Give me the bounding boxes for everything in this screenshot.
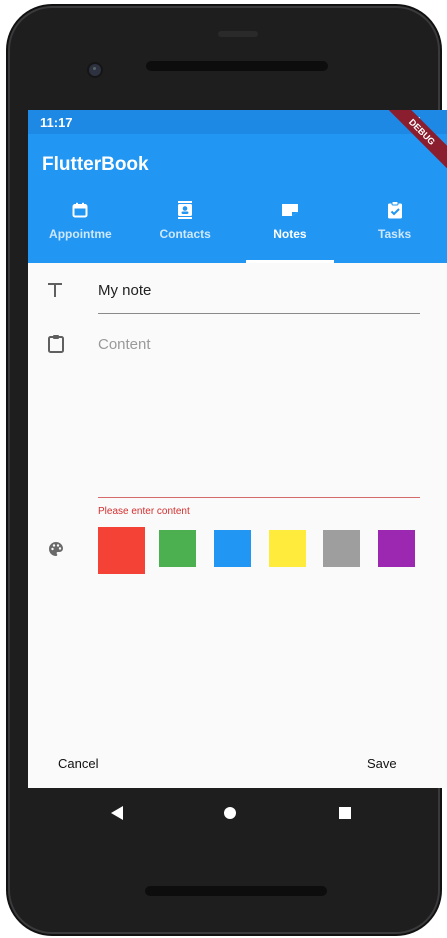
front-camera	[89, 64, 101, 76]
note-icon	[280, 200, 300, 220]
bottom-speaker	[145, 886, 327, 896]
tab-contacts[interactable]: Contacts	[133, 193, 238, 263]
tab-tasks[interactable]: Tasks	[342, 193, 447, 263]
page-title: FlutterBook	[42, 154, 149, 175]
status-time: 11:17	[40, 115, 73, 130]
color-swatch-green[interactable]	[159, 530, 196, 567]
title-icon	[48, 282, 62, 303]
tab-label: Tasks	[378, 227, 412, 241]
recents-icon[interactable]	[338, 805, 352, 826]
tab-label: Notes	[273, 227, 307, 241]
tab-label: Contacts	[159, 227, 211, 241]
color-swatch-purple[interactable]	[378, 530, 415, 567]
app-screen: 11:17 ▾ ▮ DEBUG FlutterBook Appointme Co…	[28, 110, 447, 788]
home-icon[interactable]	[223, 805, 237, 826]
assignment-check-icon	[385, 200, 405, 220]
cancel-button[interactable]: Cancel	[58, 756, 98, 771]
clipboard-icon	[48, 334, 64, 358]
palette-icon	[48, 541, 64, 562]
note-title-input[interactable]: My note	[98, 279, 420, 314]
tab-bar: Appointme Contacts Notes Tasks	[28, 193, 447, 263]
content-error-text: Please enter content	[98, 506, 190, 517]
earpiece-speaker	[146, 61, 328, 71]
tab-label: Appointme	[49, 227, 112, 241]
save-button[interactable]: Save	[367, 756, 397, 771]
back-icon[interactable]	[110, 805, 124, 826]
debug-banner: DEBUG	[377, 110, 447, 177]
color-swatch-grey[interactable]	[323, 530, 360, 567]
color-swatch-red[interactable]	[98, 527, 145, 574]
note-content-input[interactable]: Content	[98, 334, 420, 498]
note-title-value: My note	[98, 282, 152, 299]
app-bar: 11:17 ▾ ▮ DEBUG FlutterBook Appointme Co…	[28, 110, 447, 263]
calendar-icon	[70, 200, 90, 220]
system-nav-bar	[28, 788, 447, 838]
contacts-icon	[175, 200, 195, 220]
content-placeholder: Content	[98, 336, 151, 353]
tab-appointments[interactable]: Appointme	[28, 193, 133, 263]
status-bar: 11:17 ▾ ▮ DEBUG	[28, 110, 447, 177]
color-swatch-blue[interactable]	[214, 530, 251, 567]
phone-sensor	[218, 31, 258, 37]
color-swatch-yellow[interactable]	[269, 530, 306, 567]
tab-notes[interactable]: Notes	[238, 193, 343, 263]
